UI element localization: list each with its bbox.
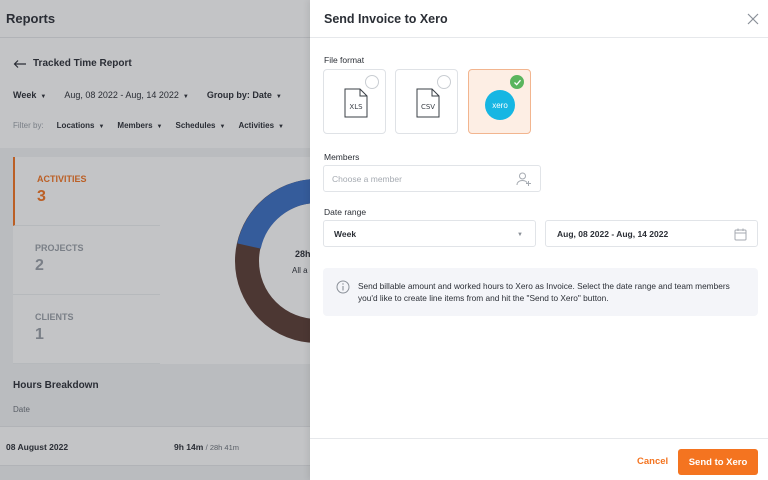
csv-glyph: CSV xyxy=(421,103,435,111)
range-type-select[interactable]: Week ▼ xyxy=(323,220,536,247)
send-invoice-panel: Send Invoice to Xero File format XLS CSV… xyxy=(310,0,768,480)
close-icon[interactable] xyxy=(746,12,760,26)
date-range-label: Date range xyxy=(324,207,367,217)
date-range-value: Aug, 08 2022 - Aug, 14 2022 xyxy=(557,229,669,239)
calendar-icon xyxy=(734,228,747,241)
xls-file-icon: XLS xyxy=(344,88,368,118)
radio-button-checked[interactable] xyxy=(510,75,524,89)
info-text: Send billable amount and worked hours to… xyxy=(358,281,730,303)
format-option-xls[interactable]: XLS xyxy=(323,69,386,134)
panel-header: Send Invoice to Xero xyxy=(310,0,768,38)
file-format-label: File format xyxy=(324,55,365,65)
panel-footer: Cancel Send to Xero xyxy=(310,438,768,480)
format-option-csv[interactable]: CSV xyxy=(395,69,458,134)
panel-title: Send Invoice to Xero xyxy=(324,12,448,26)
add-user-icon xyxy=(516,172,531,186)
cancel-button[interactable]: Cancel xyxy=(637,456,668,467)
modal-backdrop[interactable] xyxy=(0,0,310,480)
caret-down-icon: ▼ xyxy=(517,232,523,238)
radio-button[interactable] xyxy=(437,75,451,89)
date-range-picker[interactable]: Aug, 08 2022 - Aug, 14 2022 xyxy=(545,220,758,247)
format-option-xero[interactable]: xero xyxy=(468,69,531,134)
info-box: Send billable amount and worked hours to… xyxy=(323,268,758,316)
member-placeholder: Choose a member xyxy=(332,174,402,184)
check-icon xyxy=(514,79,521,86)
send-to-xero-button[interactable]: Send to Xero xyxy=(678,449,758,475)
csv-file-icon: CSV xyxy=(416,88,440,118)
info-icon xyxy=(336,280,350,294)
xero-logo-icon: xero xyxy=(485,90,515,120)
xls-glyph: XLS xyxy=(349,103,363,111)
range-type-value: Week xyxy=(334,229,357,239)
member-select[interactable]: Choose a member xyxy=(323,165,541,192)
radio-button[interactable] xyxy=(365,75,379,89)
members-label: Members xyxy=(324,152,360,162)
